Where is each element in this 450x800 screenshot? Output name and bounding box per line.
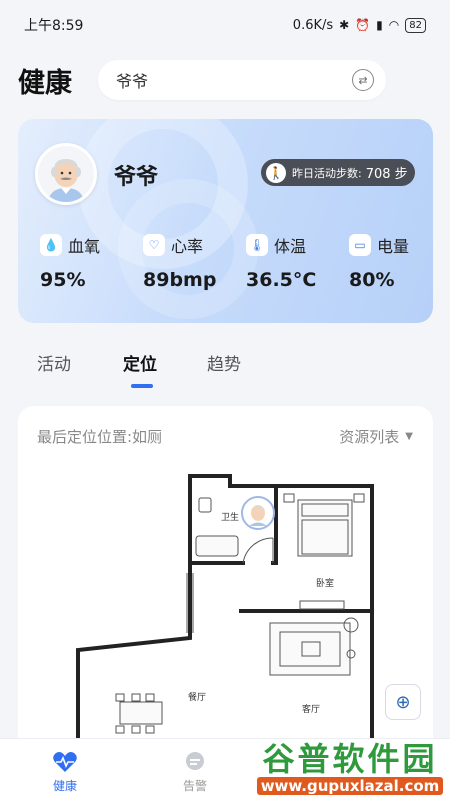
alarm-icon: ⏰	[355, 18, 371, 32]
tab-indicator	[131, 384, 153, 388]
tab-activity[interactable]: 活动	[37, 350, 71, 375]
room-label-dining: 餐厅	[188, 691, 206, 703]
stat-value: 36.5°C	[246, 269, 317, 291]
swap-icon[interactable]: ⇄	[352, 69, 374, 91]
stat-label: 心率	[171, 237, 204, 256]
droplet-icon: 💧	[40, 234, 62, 256]
floor-plan[interactable]: 卫生 卧室 餐厅 客厅	[18, 458, 433, 758]
steps-badge: 🚶 昨日活动步数: 708 步	[261, 159, 415, 186]
room-label-bedroom: 卧室	[316, 577, 334, 589]
watermark-title: 谷普软件园	[262, 740, 438, 778]
thermometer-icon: 🌡	[246, 234, 268, 256]
stat-value: 80%	[349, 269, 395, 291]
stat-blood-oxygen: 💧 血氧 95%	[18, 233, 121, 291]
stat-battery: ▭ 电量 80%	[327, 233, 430, 291]
header: 健康 爷爷 ⇄	[0, 56, 450, 104]
bluetooth-icon: ✱	[339, 18, 350, 32]
zoom-in-button[interactable]: ⊕	[385, 684, 421, 720]
profile-name: 爷爷	[114, 165, 159, 190]
status-indicators: 0.6K/s ✱ ⏰ ▮ ◠ 82	[292, 17, 426, 33]
heart-pulse-icon	[52, 751, 78, 773]
signal-icon: ▮	[376, 18, 383, 32]
tab-location[interactable]: 定位	[123, 350, 157, 375]
tab-bar: 活动 定位 趋势	[0, 340, 450, 390]
net-speed: 0.6K/s	[292, 17, 334, 33]
person-marker[interactable]	[241, 496, 275, 530]
resource-list-dropdown[interactable]: 资源列表 ▼	[339, 426, 413, 447]
wifi-icon: ◠	[388, 18, 400, 32]
caret-down-icon: ▼	[405, 431, 413, 442]
steps-value: 708 步	[365, 167, 408, 182]
page-title: 健康	[18, 67, 72, 99]
member-select-value: 爷爷	[116, 72, 149, 91]
battery-indicator: 82	[405, 17, 426, 33]
avatar[interactable]	[35, 143, 97, 205]
watermark: 谷普软件园 www.gupuxlazal.com	[252, 742, 448, 798]
stat-value: 89bmp	[143, 269, 217, 291]
battery-icon: ▭	[349, 234, 371, 256]
stat-temperature: 🌡 体温 36.5°C	[224, 233, 327, 291]
nav-label: 告警	[182, 779, 207, 793]
last-location: 最后定位位置:如厕	[37, 428, 163, 446]
tab-trend[interactable]: 趋势	[207, 350, 241, 375]
room-label-living: 客厅	[302, 703, 320, 715]
walking-icon: 🚶	[266, 162, 286, 183]
member-select[interactable]: 爷爷 ⇄	[98, 60, 386, 100]
stat-label: 体温	[274, 237, 307, 256]
stat-heart-rate: ♡ 心率 89bmp	[121, 233, 224, 291]
resource-list-label: 资源列表	[339, 428, 400, 446]
steps-label: 昨日活动步数:	[292, 166, 362, 180]
vital-stats: 💧 血氧 95% ♡ 心率 89bmp 🌡 体温 36.5°C ▭ 电量 80%	[18, 233, 433, 291]
stat-label: 电量	[377, 237, 410, 256]
watermark-url: www.gupuxlazal.com	[256, 777, 444, 795]
nav-health[interactable]: 健康	[0, 739, 130, 800]
status-bar: 上午8:59 0.6K/s ✱ ⏰ ▮ ◠ 82	[0, 0, 450, 50]
stat-value: 95%	[40, 269, 86, 291]
elder-avatar-icon	[38, 146, 94, 202]
status-time: 上午8:59	[24, 18, 84, 34]
profile-card: 爷爷 🚶 昨日活动步数: 708 步 💧 血氧 95% ♡ 心率 89bmp 🌡…	[18, 119, 433, 323]
chat-bubble-icon	[182, 751, 208, 773]
zoom-in-icon: ⊕	[395, 691, 411, 713]
heart-rate-icon: ♡	[143, 234, 165, 256]
stat-label: 血氧	[68, 237, 101, 256]
nav-alert[interactable]: 告警	[130, 739, 260, 800]
room-label-bathroom: 卫生	[221, 511, 239, 523]
nav-label: 健康	[52, 779, 77, 793]
